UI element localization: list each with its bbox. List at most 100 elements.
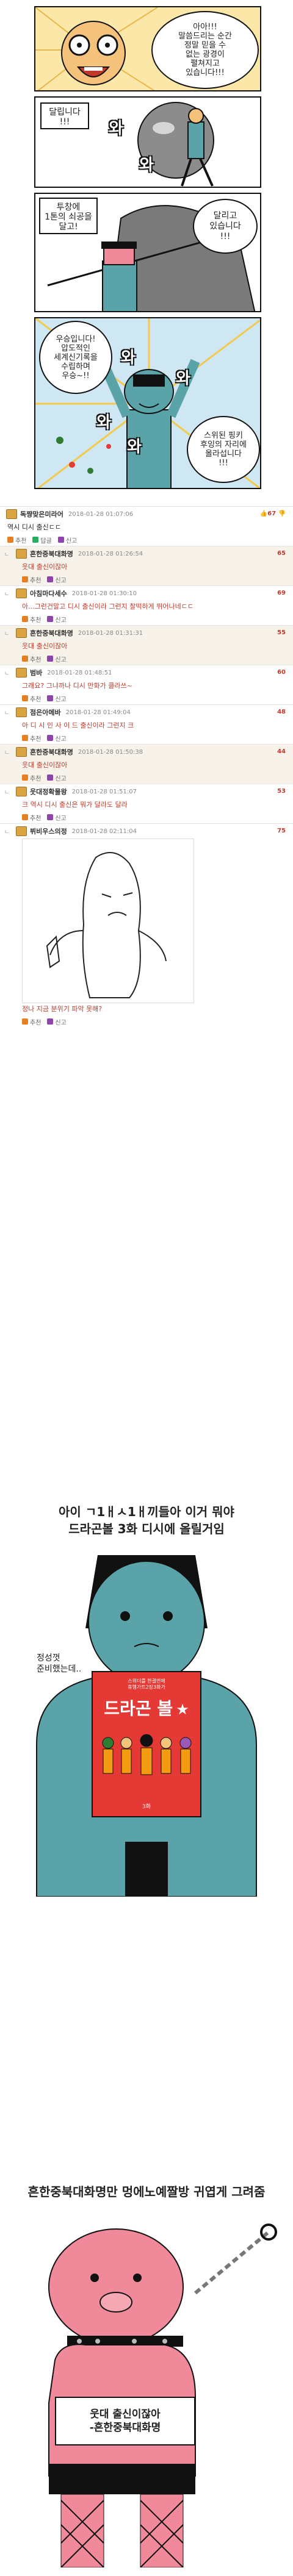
recommend-button[interactable]: 추천 [22, 734, 41, 743]
recommend-button[interactable]: 추천 [22, 615, 41, 624]
dragonball-illustration: 정성껏 준비했는데.. 스위더를 한결변에 휴행가트2장3화가 드라곤 볼 ★ … [24, 1555, 269, 1897]
recommend-button[interactable]: 추천 [22, 813, 41, 822]
report-button[interactable]: 신고 [47, 694, 67, 703]
reply-arrow-icon: ㄴ [4, 631, 10, 637]
comment-text: 정나 지금 분위기 파악 못해? [22, 1005, 103, 1013]
reply-item: ㄴ 웃대정확물왕 2018-01-28 01:51:07 53 크 역시 디시 … [0, 784, 293, 823]
reply-button[interactable]: 답글 [32, 535, 52, 545]
comment-nickname[interactable]: 웃대정확물왕 [30, 787, 67, 796]
reply-arrow-icon: ㄴ [4, 670, 10, 677]
recommend-icon [22, 656, 28, 662]
narration-box: 투창에 1톤의 쇠공을 달고! [39, 198, 98, 234]
user-avatar-icon [16, 707, 27, 717]
section-title: 흔한중북대화명만 멍에노예짤방 귀엽게 그려줌 [27, 2184, 266, 2199]
report-icon [47, 616, 54, 622]
comment-nickname[interactable]: 점은아메바 [30, 707, 61, 717]
recommend-icon [7, 537, 13, 543]
comment-date: 2018-01-28 02:11:04 [71, 828, 137, 835]
recommend-icon [22, 735, 28, 741]
user-avatar-icon [16, 628, 27, 638]
user-avatar-icon [16, 747, 27, 757]
comment-date: 2018-01-28 01:48:51 [47, 669, 112, 676]
report-icon [47, 775, 54, 781]
comment-like-count: 55 [277, 629, 286, 636]
thumbs-down-icon: 👎 [276, 510, 286, 517]
reply-item: ㄴ 아침마다세수 2018-01-28 01:30:10 69 아...그런건말… [0, 585, 293, 625]
reply-arrow-icon: ㄴ [4, 591, 10, 598]
comment-like-count: 65 [277, 550, 286, 557]
report-button[interactable]: 신고 [47, 813, 67, 822]
recommend-icon [22, 576, 28, 582]
thumbs-up-icon: 👍 [259, 510, 268, 517]
report-icon [47, 695, 54, 701]
book-title: 드라곤 볼 [104, 1698, 173, 1719]
comic-panel-3: 투창에 1톤의 쇠공을 달고! 달리고 있습니다 !!! [34, 193, 261, 312]
recommend-button[interactable]: 추천 [7, 535, 26, 545]
comment-like-count: 48 [277, 709, 286, 715]
book-subtitle: 스위더를 한결변에 휴행가트2장3화가 [128, 1678, 165, 1690]
speech-box: 달립니다 !!! [40, 102, 89, 129]
reply-arrow-icon: ㄴ [4, 551, 10, 558]
comment-nickname[interactable]: 흔한중북대화명 [30, 747, 73, 757]
sign-board: 웃대 출신이잖아 -흔한중북대화명 [55, 2397, 195, 2445]
comic-panel-2: 달립니다 !!! 와 와 [34, 96, 261, 188]
reply-icon [32, 537, 39, 543]
star-icon: ★ [176, 1701, 189, 1718]
report-icon [47, 1018, 54, 1025]
recommend-button[interactable]: 추천 [22, 654, 41, 664]
recommend-button[interactable]: 추천 [22, 694, 41, 703]
comment-date: 2018-01-28 01:07:06 [68, 510, 134, 518]
reply-item: ㄴ 뷔비우스의정 2018-01-28 02:11:04 75 정나 지금 분위… [0, 823, 293, 1028]
report-icon [47, 814, 54, 820]
report-button[interactable]: 신고 [47, 773, 67, 782]
speech-text: 정성껏 준비했는데.. [37, 1653, 82, 1674]
report-button[interactable]: 신고 [47, 575, 67, 584]
report-icon [57, 537, 64, 543]
comment-text: 아 디 시 인 사 이 드 출신이라 그런지 크 [22, 721, 134, 729]
recommend-icon [22, 814, 28, 820]
comment-like-count: 60 [277, 669, 286, 676]
report-button[interactable]: 신고 [47, 654, 67, 664]
report-button[interactable]: 신고 [57, 535, 77, 545]
report-button[interactable]: 신고 [47, 1017, 67, 1026]
section-title: 아이 ㄱ1ㅐㅅ1ㅐ끼들아 이거 뭐야 드라곤볼 3화 디시에 올릴거임 [59, 1504, 234, 1536]
recommend-button[interactable]: 추천 [22, 575, 41, 584]
comment-nickname[interactable]: 독쨩맞은미라어 [20, 509, 63, 519]
crowd-cheer-text: 와 [176, 370, 190, 388]
comment-nickname[interactable]: 뷔비우스의정 [30, 826, 67, 836]
speech-bubble: 스위된 핑키 후잉의 자리에 올라섭니다 !!! [187, 416, 260, 483]
comment-text: 역시 디시 출신ㄷㄷ [7, 523, 61, 531]
report-button[interactable]: 신고 [47, 615, 67, 624]
reply-arrow-icon: ㄴ [4, 829, 10, 835]
user-avatar-icon [16, 668, 27, 678]
reply-item: ㄴ 흔한중북대화명 2018-01-28 01:31:31 55 웃대 출신이잖… [0, 625, 293, 665]
user-avatar-icon [16, 787, 27, 796]
knife-figure-sketch [46, 852, 167, 998]
crowd-cheer-text: 와 [139, 156, 154, 174]
book-volume: 3화 [142, 1804, 151, 1810]
reply-arrow-icon: ㄴ [4, 710, 10, 717]
user-avatar-icon [16, 549, 27, 559]
reply-item: ㄴ 범바 2018-01-28 01:48:51 60 그래요? 그냐까나 디시… [0, 665, 293, 704]
comment-date: 2018-01-28 01:51:07 [71, 788, 137, 795]
comment-nickname[interactable]: 아침마다세수 [30, 589, 67, 598]
comment-text: 웃대 출신이잖아 [22, 761, 68, 769]
speech-bubble: 달리고 있습니다 !!! [193, 199, 258, 254]
comment-nickname[interactable]: 흔한중북대화명 [30, 628, 73, 638]
recommend-icon [22, 775, 28, 781]
book-characters-art [102, 1734, 192, 1775]
book-cover: 스위더를 한결변에 휴행가트2장3화가 드라곤 볼 ★ 3화 [92, 1671, 201, 1817]
comment-item: 독쨩맞은미라어 2018-01-28 01:07:06 👍67 👎 역시 디시 … [0, 506, 293, 546]
speech-bubble: 우승입니다! 압도적인 세계신기록을 수립하며 우승~!! [39, 321, 112, 394]
comment-date: 2018-01-28 01:49:04 [65, 709, 131, 716]
comment-nickname[interactable]: 흔한중북대화명 [30, 549, 73, 559]
recommend-button[interactable]: 추천 [22, 773, 41, 782]
recommend-button[interactable]: 추천 [22, 1017, 41, 1026]
report-icon [47, 656, 54, 662]
comment-text: 크 역시 디시 출신은 뭐가 달라도 달라 [22, 801, 128, 809]
comment-list: 독쨩맞은미라어 2018-01-28 01:07:06 👍67 👎 역시 디시 … [0, 506, 293, 1028]
comment-nickname[interactable]: 범바 [30, 668, 42, 678]
comment-text: 웃대 출신이잖아 [22, 642, 68, 650]
user-avatar-icon [6, 509, 17, 519]
report-button[interactable]: 신고 [47, 734, 67, 743]
